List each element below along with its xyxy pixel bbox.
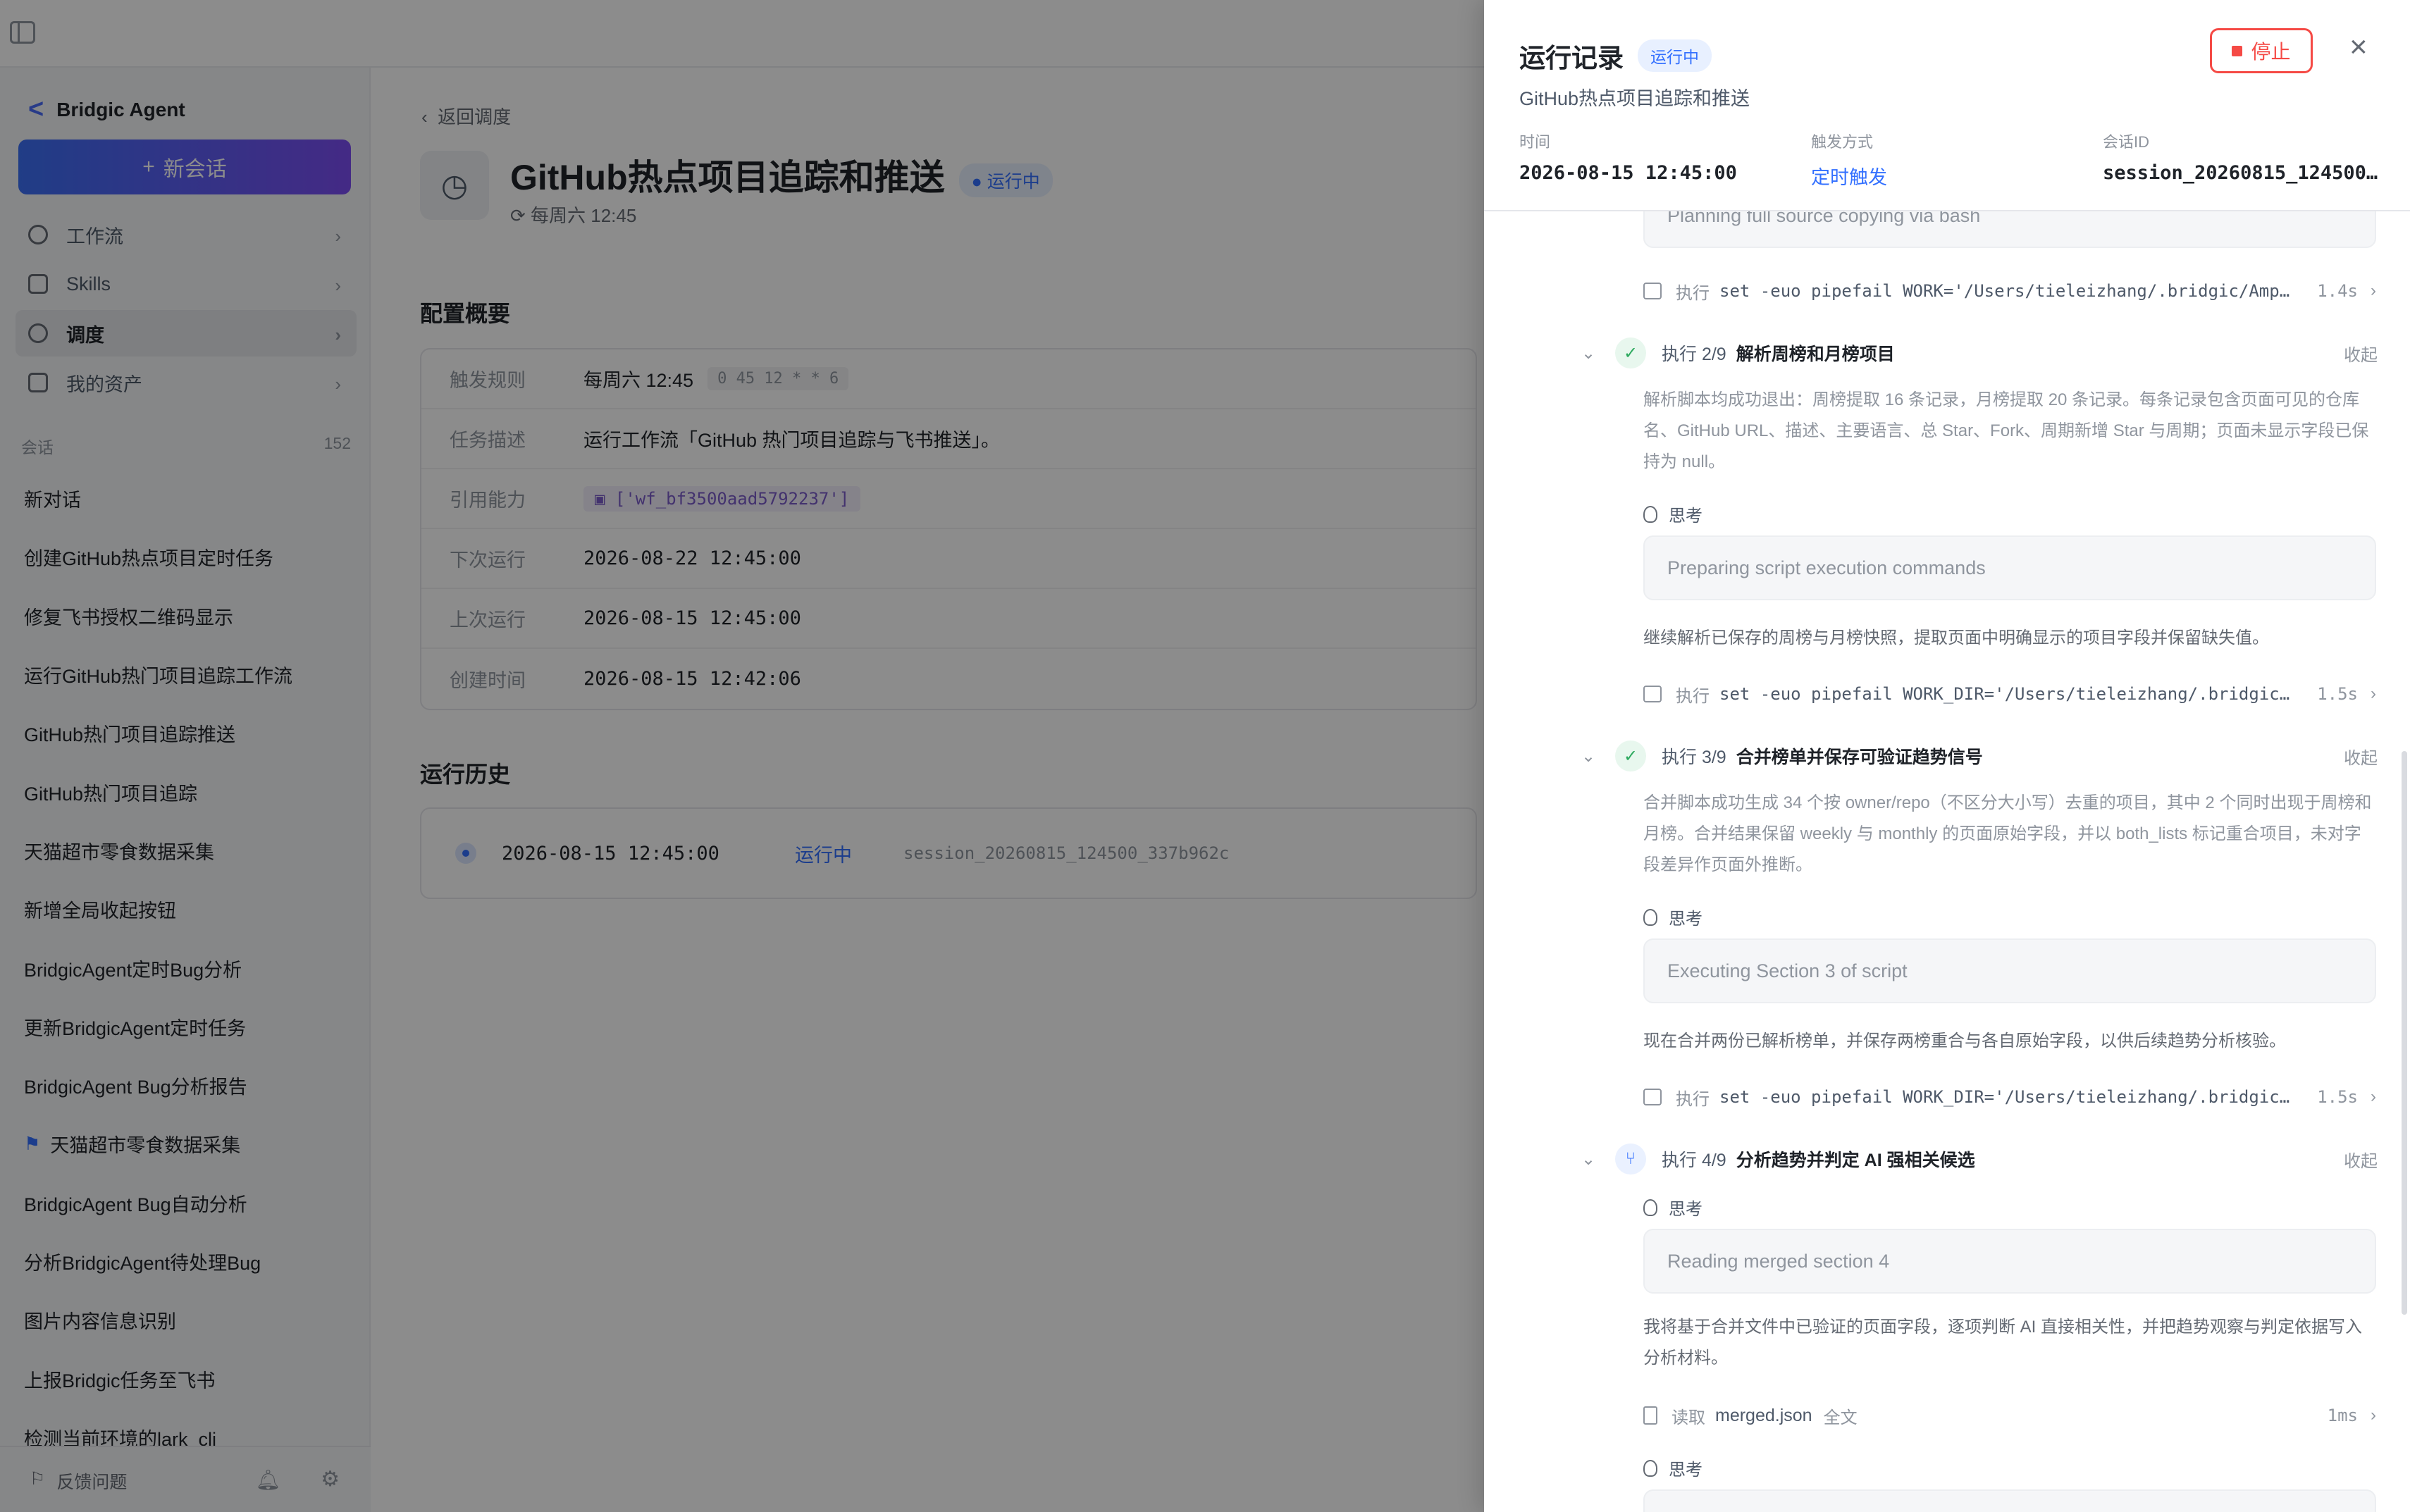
- step-note-text: 现在合并两份已解析榜单，并保存两榜重合与各自原始字段，以供后续趋势分析核验。: [1643, 1031, 2286, 1051]
- tool-label: 执行: [1676, 1089, 1710, 1109]
- chevron-right-icon: ›: [2371, 1087, 2376, 1106]
- terminal-icon: [1643, 283, 1662, 299]
- chevron-right-icon: ›: [2371, 1406, 2376, 1425]
- collapse-button[interactable]: 收起: [2344, 1147, 2378, 1172]
- tool-call-row[interactable]: 执行 set -euo pipefail WORK='/Users/tielei…: [1643, 280, 2376, 303]
- collapse-button[interactable]: 收起: [2344, 744, 2378, 769]
- step-header-4[interactable]: ⌄ ⑂ 执行 4/9 分析趋势并判定 AI 强相关候选 收起: [1581, 1141, 2378, 1177]
- scrollbar[interactable]: [2402, 751, 2407, 1315]
- step-result-text: 解析脚本均成功退出：周榜提取 16 条记录，月榜提取 20 条记录。每条记录包含…: [1643, 390, 2369, 471]
- check-icon: ✓: [1615, 740, 1646, 772]
- chevron-right-icon: ›: [2371, 684, 2376, 703]
- tool-command: set -euo pipefail WORK_DIR='/Users/tiele…: [1719, 684, 2290, 704]
- tool-label: 执行: [1676, 283, 1710, 303]
- bulb-icon: [1643, 505, 1657, 523]
- thinking-bubble: [1643, 1489, 2376, 1512]
- chevron-down-icon: ⌄: [1581, 746, 1596, 766]
- terminal-icon: [1643, 1089, 1662, 1105]
- panel-subtitle: GitHub热点项目追踪和推送: [1519, 88, 1750, 109]
- thinking-bubble: Preparing script execution commands: [1643, 535, 2376, 600]
- meta-label: 时间: [1519, 133, 1551, 151]
- step-note-text: 继续解析已保存的周榜与月榜快照，提取页面中明确显示的项目字段并保留缺失值。: [1643, 628, 2269, 647]
- run-record-panel: 运行记录 运行中 GitHub热点项目追踪和推送 停止 × 时间 2026-08…: [1484, 0, 2410, 1512]
- meta-label: 会话ID: [2103, 133, 2150, 151]
- tool-call-row[interactable]: 执行 set -euo pipefail WORK_DIR='/Users/ti…: [1643, 683, 2376, 706]
- file-name: merged.json: [1715, 1405, 1812, 1425]
- bulb-icon: [1643, 1198, 1657, 1216]
- modal-overlay[interactable]: [0, 0, 1484, 1512]
- tool-duration: 1ms: [2327, 1406, 2358, 1425]
- terminal-icon: [1643, 686, 1662, 702]
- meta-time: 时间 2026-08-15 12:45:00: [1519, 130, 1737, 184]
- thinking-bubble: Executing Section 3 of script: [1643, 938, 2376, 1003]
- tool-call-row[interactable]: 读取 merged.json 全文 1ms ›: [1643, 1405, 2376, 1427]
- app-root: < Bridgic Agent + 新会话 工作流 › Skills › 调度 …: [0, 0, 2410, 1512]
- stop-label: 停止: [2251, 41, 2291, 63]
- step-result-text: 合并脚本成功生成 34 个按 owner/repo（不区分大小写）去重的项目，其…: [1643, 793, 2372, 874]
- thinking-label: 思考: [1643, 1456, 1703, 1480]
- tool-command: set -euo pipefail WORK='/Users/tieleizha…: [1719, 281, 2290, 301]
- file-icon: [1643, 1406, 1657, 1425]
- thinking-bubble: Reading merged section 4: [1643, 1229, 2376, 1294]
- thinking-bubble: Planning full source copying via bash: [1643, 211, 2376, 248]
- thinking-label-text: 思考: [1669, 507, 1703, 526]
- step-title: 分析趋势并判定 AI 强相关候选: [1736, 1151, 1975, 1170]
- step-label: 执行 4/9: [1662, 1151, 1726, 1170]
- thinking-label: 思考: [1643, 502, 1703, 526]
- meta-session: 会话ID session_20260815_124500…: [2103, 130, 2378, 184]
- tool-duration: 1.4s: [2317, 281, 2358, 301]
- step-note-text: 我将基于合并文件中已验证的页面字段，逐项判断 AI 直接相关性，并把趋势观察与判…: [1643, 1318, 2363, 1368]
- chevron-down-icon: ⌄: [1581, 343, 1596, 363]
- check-icon: ✓: [1615, 337, 1646, 368]
- step-header-2[interactable]: ⌄ ✓ 执行 2/9 解析周榜和月榜项目 收起: [1581, 335, 2378, 371]
- collapse-button[interactable]: 收起: [2344, 341, 2378, 366]
- tool-label: 读取: [1671, 1408, 1705, 1427]
- thinking-label: 思考: [1643, 1195, 1703, 1220]
- bulb-icon: [1643, 1459, 1657, 1477]
- step-label: 执行 2/9: [1662, 345, 1726, 364]
- thinking-label-text: 思考: [1669, 910, 1703, 929]
- meta-label: 触发方式: [1811, 133, 1874, 151]
- thinking-label: 思考: [1643, 905, 1703, 929]
- chevron-down-icon: ⌄: [1581, 1149, 1596, 1169]
- run-log: Planning full source copying via bash 执行…: [1484, 211, 2410, 1512]
- tool-duration: 1.5s: [2317, 684, 2358, 704]
- step-title: 合并榜单并保存可验证趋势信号: [1736, 748, 1983, 767]
- close-icon[interactable]: ×: [2349, 30, 2368, 65]
- status-badge: 运行中: [1638, 39, 1712, 72]
- tool-command: set -euo pipefail WORK_DIR='/Users/tiele…: [1719, 1087, 2290, 1107]
- read-scope: 全文: [1823, 1408, 1858, 1427]
- panel-title: 运行记录 运行中: [1519, 37, 1712, 75]
- step-header-3[interactable]: ⌄ ✓ 执行 3/9 合并榜单并保存可验证趋势信号 收起: [1581, 738, 2378, 774]
- panel-title-text: 运行记录: [1519, 44, 1624, 73]
- tool-duration: 1.5s: [2317, 1087, 2358, 1107]
- panel-header: 运行记录 运行中 GitHub热点项目追踪和推送 停止 × 时间 2026-08…: [1484, 0, 2410, 211]
- thinking-label-text: 思考: [1669, 1461, 1703, 1480]
- stop-button[interactable]: 停止: [2210, 28, 2313, 73]
- meta-value: 2026-08-15 12:45:00: [1519, 162, 1737, 184]
- tool-call-row[interactable]: 执行 set -euo pipefail WORK_DIR='/Users/ti…: [1643, 1086, 2376, 1109]
- meta-trigger: 触发方式 定时触发: [1811, 130, 1887, 190]
- meta-value: 定时触发: [1811, 167, 1887, 188]
- workflow-running-icon: ⑂: [1615, 1144, 1646, 1175]
- stop-icon: [2232, 45, 2243, 56]
- step-label: 执行 3/9: [1662, 748, 1726, 767]
- thinking-label-text: 思考: [1669, 1200, 1703, 1219]
- bulb-icon: [1643, 908, 1657, 926]
- chevron-right-icon: ›: [2371, 281, 2376, 300]
- meta-value: session_20260815_124500…: [2103, 162, 2378, 184]
- tool-label: 执行: [1676, 686, 1710, 706]
- step-title: 解析周榜和月榜项目: [1736, 345, 1895, 364]
